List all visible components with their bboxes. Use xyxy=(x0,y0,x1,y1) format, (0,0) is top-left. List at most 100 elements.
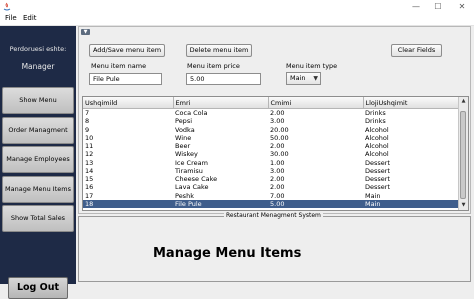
show-total-sales-button[interactable]: Show Total Sales xyxy=(2,205,74,232)
add-save-menu-item-button[interactable]: Add/Save menu item xyxy=(89,44,165,57)
table-cell: Lava Cake xyxy=(175,183,209,192)
delete-menu-item-button[interactable]: Delete menu item xyxy=(186,44,252,57)
logout-button[interactable]: Log Out xyxy=(8,277,68,299)
table-cell: 12 xyxy=(85,150,94,159)
item-price-field[interactable]: 5.00 xyxy=(186,73,261,85)
table-cell: Tiramisu xyxy=(175,166,203,175)
scrollbar-thumb[interactable] xyxy=(460,111,466,199)
page-title: Manage Menu Items xyxy=(153,246,302,261)
table-cell: 5.00 xyxy=(268,199,363,208)
table-cell: Drinks xyxy=(365,117,386,126)
table-cell: 3.00 xyxy=(270,117,285,126)
table-row[interactable]: 7 Coca Cola 2.00 Drinks xyxy=(83,109,460,118)
table-cell: 20.00 xyxy=(270,125,289,134)
table-cell: 1.00 xyxy=(270,158,285,167)
item-type-value: Main xyxy=(290,74,306,82)
close-button[interactable]: ✕ xyxy=(451,0,473,13)
chevron-down-icon: ▼ xyxy=(313,75,318,82)
table-cell: 7 xyxy=(85,109,90,118)
price-label: Menu item price xyxy=(187,62,240,70)
table-cell: Cheese Cake xyxy=(175,175,218,184)
table-cell: Main xyxy=(365,191,381,200)
clear-fields-button[interactable]: Clear Fields xyxy=(391,44,442,57)
table-cell: Alcohol xyxy=(365,142,389,151)
column-header-name[interactable]: Emri xyxy=(173,97,269,109)
table-cell: File Pule xyxy=(173,199,268,208)
table-cell: 2.00 xyxy=(270,175,285,184)
manage-menu-items-button[interactable]: Manage Menu Items xyxy=(2,176,74,203)
table-cell: Main xyxy=(363,199,460,208)
table-row[interactable]: 9 Vodka 20.00 Alcohol xyxy=(83,126,460,134)
user-role: Manager xyxy=(21,62,55,71)
collapse-icon[interactable]: ▼ xyxy=(81,29,90,35)
menu-bar: File Edit xyxy=(0,13,474,26)
table-cell: 2.00 xyxy=(270,183,285,192)
table-cell: Wine xyxy=(175,133,192,142)
sidebar: Perdoruesi eshte: Manager Show Menu Orde… xyxy=(0,26,76,299)
table-row[interactable]: 8 Pepsi 3.00 Drinks xyxy=(83,117,460,125)
scroll-down-icon[interactable]: ▼ xyxy=(459,202,468,210)
table-cell: 15 xyxy=(85,175,94,184)
table-row[interactable]: 12 Wiskey 30.00 Alcohol xyxy=(83,150,460,158)
menu-items-panel: ▼ Add/Save menu item Delete menu item Cl… xyxy=(78,26,471,214)
table-row[interactable]: 16 Lava Cake 2.00 Dessert xyxy=(83,183,460,191)
column-header-id[interactable]: Ushqimild xyxy=(83,97,174,109)
panel-legend: Restaurant Menagment System xyxy=(224,212,323,219)
table-cell: Coca Cola xyxy=(175,109,208,118)
show-menu-button[interactable]: Show Menu xyxy=(2,87,74,114)
table-row[interactable]: 10 Wine 50.00 Alcohol xyxy=(83,134,460,142)
table-cell: Dessert xyxy=(365,158,390,167)
table-cell: 17 xyxy=(85,191,94,200)
table-cell: 11 xyxy=(85,142,94,151)
table-cell: Drinks xyxy=(365,109,386,118)
table-cell: 13 xyxy=(85,158,94,167)
order-management-button[interactable]: Order Managment xyxy=(2,117,74,144)
menu-items-table[interactable]: Ushqimild Emri Cmimi LlojiUshqimit 7 Coca… xyxy=(82,96,469,211)
table-header-row: Ushqimild Emri Cmimi LlojiUshqimit xyxy=(83,97,461,109)
user-label: Perdoruesi eshte: xyxy=(9,45,67,53)
java-app-icon xyxy=(3,2,11,11)
table-cell: Beer xyxy=(175,142,191,151)
table-row[interactable]: 11 Beer 2.00 Alcohol xyxy=(83,142,460,150)
table-cell: Alcohol xyxy=(365,150,389,159)
table-cell: 9 xyxy=(85,125,90,134)
item-type-select[interactable]: Main ▼ xyxy=(286,72,321,85)
column-header-type[interactable]: LlojiUshqimit xyxy=(363,97,461,109)
table-cell: 2.00 xyxy=(270,109,285,118)
title-bar: — ☐ ✕ xyxy=(0,0,474,13)
name-label: Menu item name xyxy=(91,62,147,70)
manage-employees-button[interactable]: Manage Employees xyxy=(2,146,74,173)
table-cell: 7.00 xyxy=(270,191,285,200)
type-label: Menu item type xyxy=(286,62,338,70)
table-cell: Pepsi xyxy=(175,117,193,126)
table-cell: 50.00 xyxy=(270,133,289,142)
table-cell: Dessert xyxy=(365,183,390,192)
table-scrollbar[interactable]: ▲ ▼ xyxy=(458,97,468,210)
header-panel: Restaurant Menagment System Manage Menu … xyxy=(78,212,471,282)
table-cell: Peshk xyxy=(175,191,194,200)
scroll-up-icon[interactable]: ▲ xyxy=(459,98,468,106)
table-cell: Alcohol xyxy=(365,133,389,142)
table-cell: 8 xyxy=(85,117,90,126)
table-cell: 30.00 xyxy=(270,150,289,159)
menu-file[interactable]: File xyxy=(5,14,17,22)
item-name-field[interactable]: File Pule xyxy=(89,73,162,85)
table-cell: Dessert xyxy=(365,175,390,184)
table-row[interactable]: 14 Tiramisu 3.00 Dessert xyxy=(83,167,460,175)
table-cell: Wiskey xyxy=(175,150,198,159)
table-row[interactable]: 18 File Pule 5.00 Main xyxy=(83,199,460,208)
table-cell: 10 xyxy=(85,133,94,142)
table-cell: Ice Cream xyxy=(175,158,208,167)
maximize-button[interactable]: ☐ xyxy=(427,0,449,13)
table-cell: Dessert xyxy=(365,166,390,175)
minimize-button[interactable]: — xyxy=(405,0,427,13)
table-row[interactable]: 13 Ice Cream 1.00 Dessert xyxy=(83,159,460,167)
table-cell: 2.00 xyxy=(270,142,285,151)
table-cell: 16 xyxy=(85,183,94,192)
column-header-price[interactable]: Cmimi xyxy=(268,97,364,109)
table-row[interactable]: 15 Cheese Cake 2.00 Dessert xyxy=(83,175,460,183)
table-row[interactable]: 17 Peshk 7.00 Main xyxy=(83,192,460,200)
table-cell: Alcohol xyxy=(365,125,389,134)
table-cell: 3.00 xyxy=(270,166,285,175)
menu-edit[interactable]: Edit xyxy=(23,14,37,22)
